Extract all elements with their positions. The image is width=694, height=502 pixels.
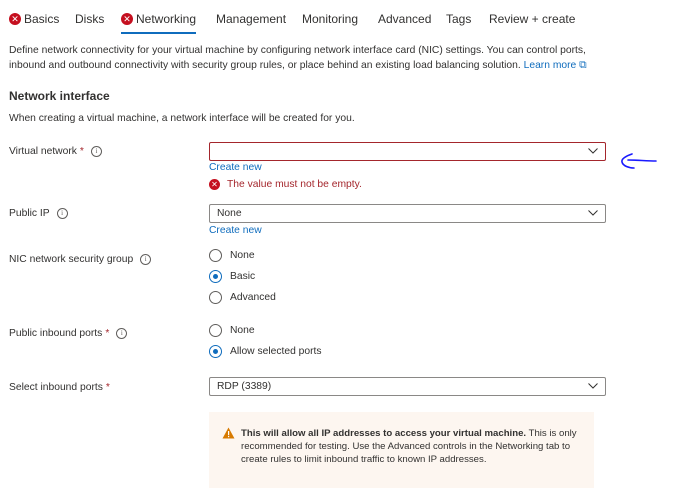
warning-message-bar: This will allow all IP addresses to acce… <box>209 412 594 488</box>
public-ip-label: Public IP i <box>9 208 68 219</box>
tab-label: Disks <box>75 12 105 26</box>
required-marker: * <box>79 146 84 157</box>
dropdown-value: RDP (3389) <box>217 381 272 392</box>
select-inbound-ports-dropdown[interactable]: RDP (3389) <box>209 377 606 396</box>
public-ip-dropdown[interactable]: None <box>209 204 606 223</box>
nic-nsg-label: NIC network security group i <box>9 254 152 265</box>
radio-circle <box>209 249 222 262</box>
radio-label: None <box>230 250 255 261</box>
tab-label: Basics <box>24 12 60 26</box>
radio-circle <box>209 291 222 304</box>
radio-label: Basic <box>230 271 256 282</box>
chevron-down-icon <box>588 148 598 154</box>
radio-circle <box>209 270 222 283</box>
external-link-icon: ⧉ <box>579 60 587 71</box>
tab-basics[interactable]: ✕ Basics <box>9 12 59 26</box>
learn-more-label: Learn more <box>523 60 577 71</box>
nsg-radio-advanced[interactable]: Advanced <box>209 291 276 304</box>
info-icon[interactable]: i <box>56 208 68 219</box>
tab-label: Management <box>216 12 287 26</box>
error-icon: ✕ <box>121 13 133 25</box>
intro-text: Define network connectivity for your vir… <box>9 43 609 73</box>
label-text: Public inbound ports <box>9 328 103 339</box>
create-new-vnet-link[interactable]: Create new <box>209 162 262 173</box>
chevron-down-icon <box>588 210 598 216</box>
section-description: When creating a virtual machine, a netwo… <box>9 113 355 124</box>
validation-error: ✕ The value must not be empty. <box>209 179 362 190</box>
radio-label: Allow selected ports <box>230 346 322 357</box>
info-icon[interactable]: i <box>90 146 102 157</box>
required-marker: * <box>105 382 110 393</box>
chevron-down-icon <box>588 383 598 389</box>
tab-tags[interactable]: Tags <box>446 12 471 26</box>
tab-monitoring[interactable]: Monitoring <box>302 12 358 26</box>
warning-bold-text: This will allow all IP addresses to acce… <box>241 428 527 439</box>
warning-text: This will allow all IP addresses to acce… <box>241 427 586 466</box>
error-text: The value must not be empty. <box>227 179 362 190</box>
tab-label: Networking <box>136 12 197 26</box>
tab-label: Review + create <box>489 12 576 26</box>
select-inbound-ports-label: Select inbound ports * <box>9 382 110 393</box>
tab-advanced[interactable]: Advanced <box>378 12 431 26</box>
radio-circle <box>209 345 222 358</box>
error-icon: ✕ <box>209 179 220 190</box>
inbound-radio-none[interactable]: None <box>209 324 255 337</box>
virtual-network-label: Virtual network * i <box>9 146 102 157</box>
label-text: NIC network security group <box>9 254 134 265</box>
active-tab-indicator <box>121 32 196 34</box>
radio-label: Advanced <box>230 292 276 303</box>
public-inbound-ports-label: Public inbound ports * i <box>9 328 128 339</box>
label-text: Virtual network <box>9 146 77 157</box>
dropdown-value: None <box>217 208 242 219</box>
radio-label: None <box>230 325 255 336</box>
label-text: Public IP <box>9 208 50 219</box>
warning-icon <box>222 427 235 439</box>
info-icon[interactable]: i <box>116 328 128 339</box>
required-marker: * <box>105 328 110 339</box>
tab-label: Advanced <box>378 12 432 26</box>
annotation-arrow-icon <box>621 153 657 169</box>
tab-review-create[interactable]: Review + create <box>489 12 575 26</box>
error-icon: ✕ <box>9 13 21 25</box>
section-title: Network interface <box>9 89 110 103</box>
nsg-radio-basic[interactable]: Basic <box>209 270 255 283</box>
wizard-tabs: ✕ Basics Disks ✕ Networking Management M… <box>0 0 694 36</box>
create-new-public-ip-link[interactable]: Create new <box>209 225 262 236</box>
virtual-network-dropdown[interactable] <box>209 142 606 161</box>
intro-description: Define network connectivity for your vir… <box>9 45 586 71</box>
tab-label: Tags <box>446 12 472 26</box>
inbound-radio-allow-selected[interactable]: Allow selected ports <box>209 345 322 358</box>
label-text: Select inbound ports <box>9 382 103 393</box>
radio-circle <box>209 324 222 337</box>
tab-networking[interactable]: ✕ Networking <box>121 12 196 26</box>
nsg-radio-none[interactable]: None <box>209 249 255 262</box>
learn-more-link[interactable]: Learn more ⧉ <box>524 60 587 71</box>
tab-label: Monitoring <box>302 12 359 26</box>
tab-disks[interactable]: Disks <box>75 12 104 26</box>
info-icon[interactable]: i <box>140 254 152 265</box>
tab-management[interactable]: Management <box>216 12 286 26</box>
